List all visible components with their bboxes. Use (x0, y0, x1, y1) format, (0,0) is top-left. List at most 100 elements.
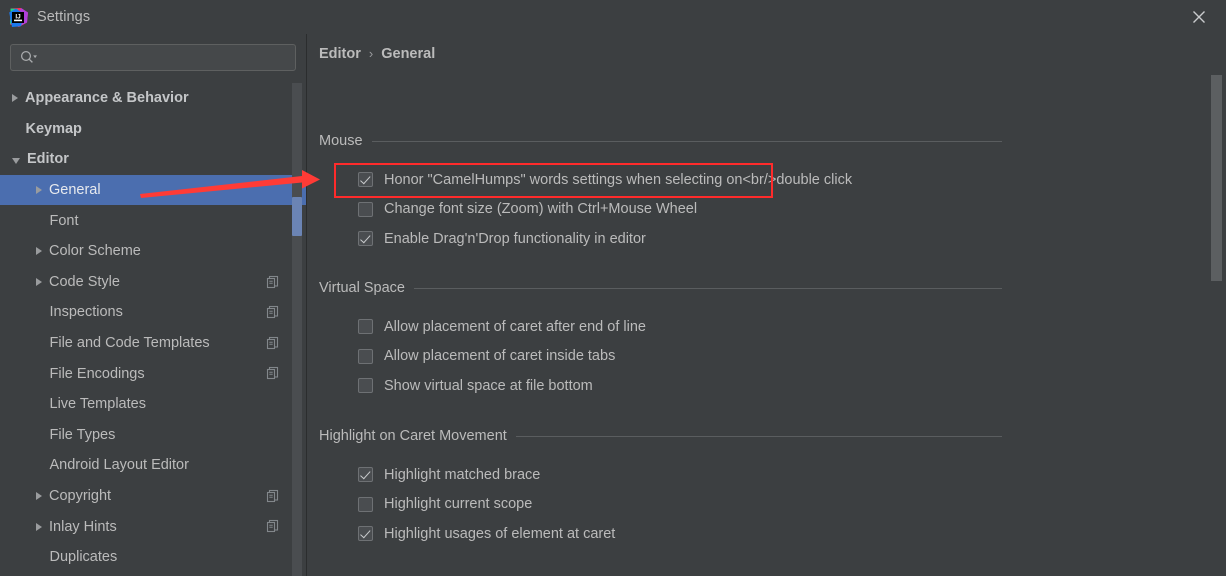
sidebar-item-font[interactable]: Font (0, 205, 307, 236)
settings-sidebar: Appearance & Behavior Keymap Editor General… (0, 34, 307, 576)
section-highlight-on-caret-movement: Highlight on Caret Movement Highlight mat… (319, 427, 1002, 549)
checkbox-row[interactable]: Enable Drag'n'Drop functionality in edit… (319, 224, 1002, 254)
sidebar-scrollbar-track[interactable] (292, 83, 302, 576)
option-list: Highlight matched brace Highlight current… (319, 460, 1002, 549)
breadcrumb: Editor › General (319, 45, 435, 63)
section-header: Mouse (319, 132, 1002, 150)
checkbox-label: Allow placement of caret after end of li… (384, 318, 646, 335)
settings-dialog: IJ Settings Appearance & Behavior Keymap E… (0, 0, 1226, 576)
checkbox-label: Allow placement of caret inside tabs (384, 348, 616, 365)
option-list: Honor "CamelHumps" words settings when s… (319, 165, 1002, 254)
sidebar-item-label: Font (49, 212, 79, 229)
copy-settings-icon (266, 305, 280, 319)
chevron-right-icon[interactable] (36, 522, 42, 531)
checkbox-checked-icon[interactable] (358, 231, 373, 247)
sidebar-item-copyright[interactable]: Copyright (0, 481, 307, 512)
sidebar-item-label: Editor (27, 151, 69, 168)
checkbox-row[interactable]: Highlight usages of element at caret (319, 519, 1002, 549)
sidebar-item-file-and-code-templates[interactable]: File and Code Templates (0, 328, 307, 359)
sidebar-item-label: Inspections (49, 304, 123, 321)
sidebar-item-label: File and Code Templates (49, 335, 210, 352)
checkbox-checked-icon[interactable] (358, 467, 373, 483)
checkbox-unchecked-icon[interactable] (358, 319, 373, 335)
svg-text:IJ: IJ (15, 14, 21, 21)
checkbox-unchecked-icon[interactable] (358, 378, 373, 394)
sidebar-item-live-templates[interactable]: Live Templates (0, 389, 307, 420)
sidebar-item-appearance-behavior[interactable]: Appearance & Behavior (0, 83, 307, 114)
sidebar-item-label: Android Layout Editor (49, 457, 189, 474)
option-list: Allow placement of caret after end of li… (319, 312, 1002, 401)
section-title: Mouse (319, 133, 363, 149)
sidebar-item-label: Code Style (49, 273, 120, 290)
checkbox-checked-icon[interactable] (358, 172, 373, 188)
sidebar-item-android-layout-editor[interactable]: Android Layout Editor (0, 450, 307, 481)
copy-settings-icon (266, 275, 280, 289)
checkbox-label: Highlight usages of element at caret (384, 525, 616, 542)
sidebar-item-duplicates[interactable]: Duplicates (0, 542, 307, 573)
checkbox-unchecked-icon[interactable] (358, 348, 373, 364)
intellij-idea-logo-icon: IJ (8, 7, 29, 28)
copy-settings-icon (266, 489, 280, 503)
section-divider (515, 435, 1002, 437)
checkbox-label: Honor "CamelHumps" words settings when s… (384, 171, 853, 188)
main-scrollbar-thumb[interactable] (1211, 75, 1222, 281)
section-header: Highlight on Caret Movement (319, 427, 1002, 445)
checkbox-row[interactable]: Show virtual space at file bottom (319, 371, 1002, 401)
sidebar-item-code-style[interactable]: Code Style (0, 267, 307, 298)
sidebar-item-general[interactable]: General (0, 174, 307, 206)
window-title: Settings (37, 9, 91, 25)
copy-settings-icon (266, 366, 280, 380)
checkbox-row[interactable]: Highlight matched brace (319, 460, 1002, 490)
checkbox-row[interactable]: Highlight current scope (319, 490, 1002, 520)
sidebar-item-editor[interactable]: Editor (0, 144, 307, 175)
sidebar-item-label: General (49, 182, 101, 199)
sidebar-item-color-scheme[interactable]: Color Scheme (0, 236, 307, 267)
chevron-right-icon[interactable] (12, 94, 18, 103)
search-box[interactable] (10, 44, 296, 71)
section-divider (413, 287, 1002, 289)
checkbox-row[interactable]: Allow placement of caret after end of li… (319, 312, 1002, 342)
checkbox-unchecked-icon[interactable] (358, 201, 373, 217)
breadcrumb-separator-icon: › (368, 46, 374, 61)
checkbox-checked-icon[interactable] (358, 526, 373, 542)
sidebar-item-label: Inlay Hints (49, 518, 117, 535)
sidebar-item-label: File Types (49, 426, 116, 443)
sidebar-item-label: Live Templates (49, 396, 146, 413)
sidebar-item-label: Duplicates (49, 549, 118, 566)
search-input[interactable] (10, 44, 296, 71)
checkbox-row[interactable]: Honor "CamelHumps" words settings when s… (319, 165, 1002, 195)
chevron-right-icon[interactable] (36, 186, 42, 195)
copy-settings-icon (266, 336, 280, 350)
checkbox-row[interactable]: Change font size (Zoom) with Ctrl+Mouse … (319, 195, 1002, 225)
sidebar-item-label: Copyright (49, 488, 112, 505)
sidebar-item-label: Appearance & Behavior (25, 90, 189, 107)
sidebar-item-inlay-hints[interactable]: Inlay Hints (0, 511, 307, 542)
breadcrumb-current: General (381, 46, 436, 62)
checkbox-unchecked-icon[interactable] (358, 496, 373, 512)
chevron-down-icon[interactable] (12, 157, 20, 164)
sidebar-item-inspections[interactable]: Inspections (0, 297, 307, 328)
sidebar-item-file-types[interactable]: File Types (0, 420, 307, 451)
breadcrumb-parent[interactable]: Editor (319, 45, 361, 63)
checkbox-row[interactable]: Allow placement of caret inside tabs (319, 342, 1002, 372)
copy-settings-icon (266, 519, 280, 533)
settings-main-panel: Editor › General Mouse Honor "CamelHumps"… (307, 34, 1226, 576)
title-bar: IJ Settings (0, 0, 1226, 34)
section-mouse: Mouse Honor "CamelHumps" words settings w… (319, 132, 1002, 254)
sidebar-item-label: File Encodings (49, 365, 145, 382)
chevron-right-icon[interactable] (36, 247, 42, 256)
settings-tree: Appearance & Behavior Keymap Editor General… (0, 83, 307, 576)
close-icon[interactable] (1188, 6, 1210, 28)
sidebar-item-label: Keymap (25, 120, 82, 137)
sidebar-item-keymap[interactable]: Keymap (0, 114, 307, 145)
chevron-right-icon[interactable] (36, 277, 42, 286)
section-title: Virtual Space (319, 280, 405, 296)
sidebar-item-file-encodings[interactable]: File Encodings (0, 358, 307, 389)
section-title: Highlight on Caret Movement (319, 428, 507, 444)
chevron-right-icon[interactable] (36, 492, 42, 501)
checkbox-label: Enable Drag'n'Drop functionality in edit… (384, 230, 646, 247)
section-virtual-space: Virtual Space Allow placement of caret af… (319, 279, 1002, 401)
sidebar-scrollbar-thumb[interactable] (292, 197, 302, 236)
checkbox-label: Show virtual space at file bottom (384, 377, 593, 394)
section-header: Virtual Space (319, 279, 1002, 297)
